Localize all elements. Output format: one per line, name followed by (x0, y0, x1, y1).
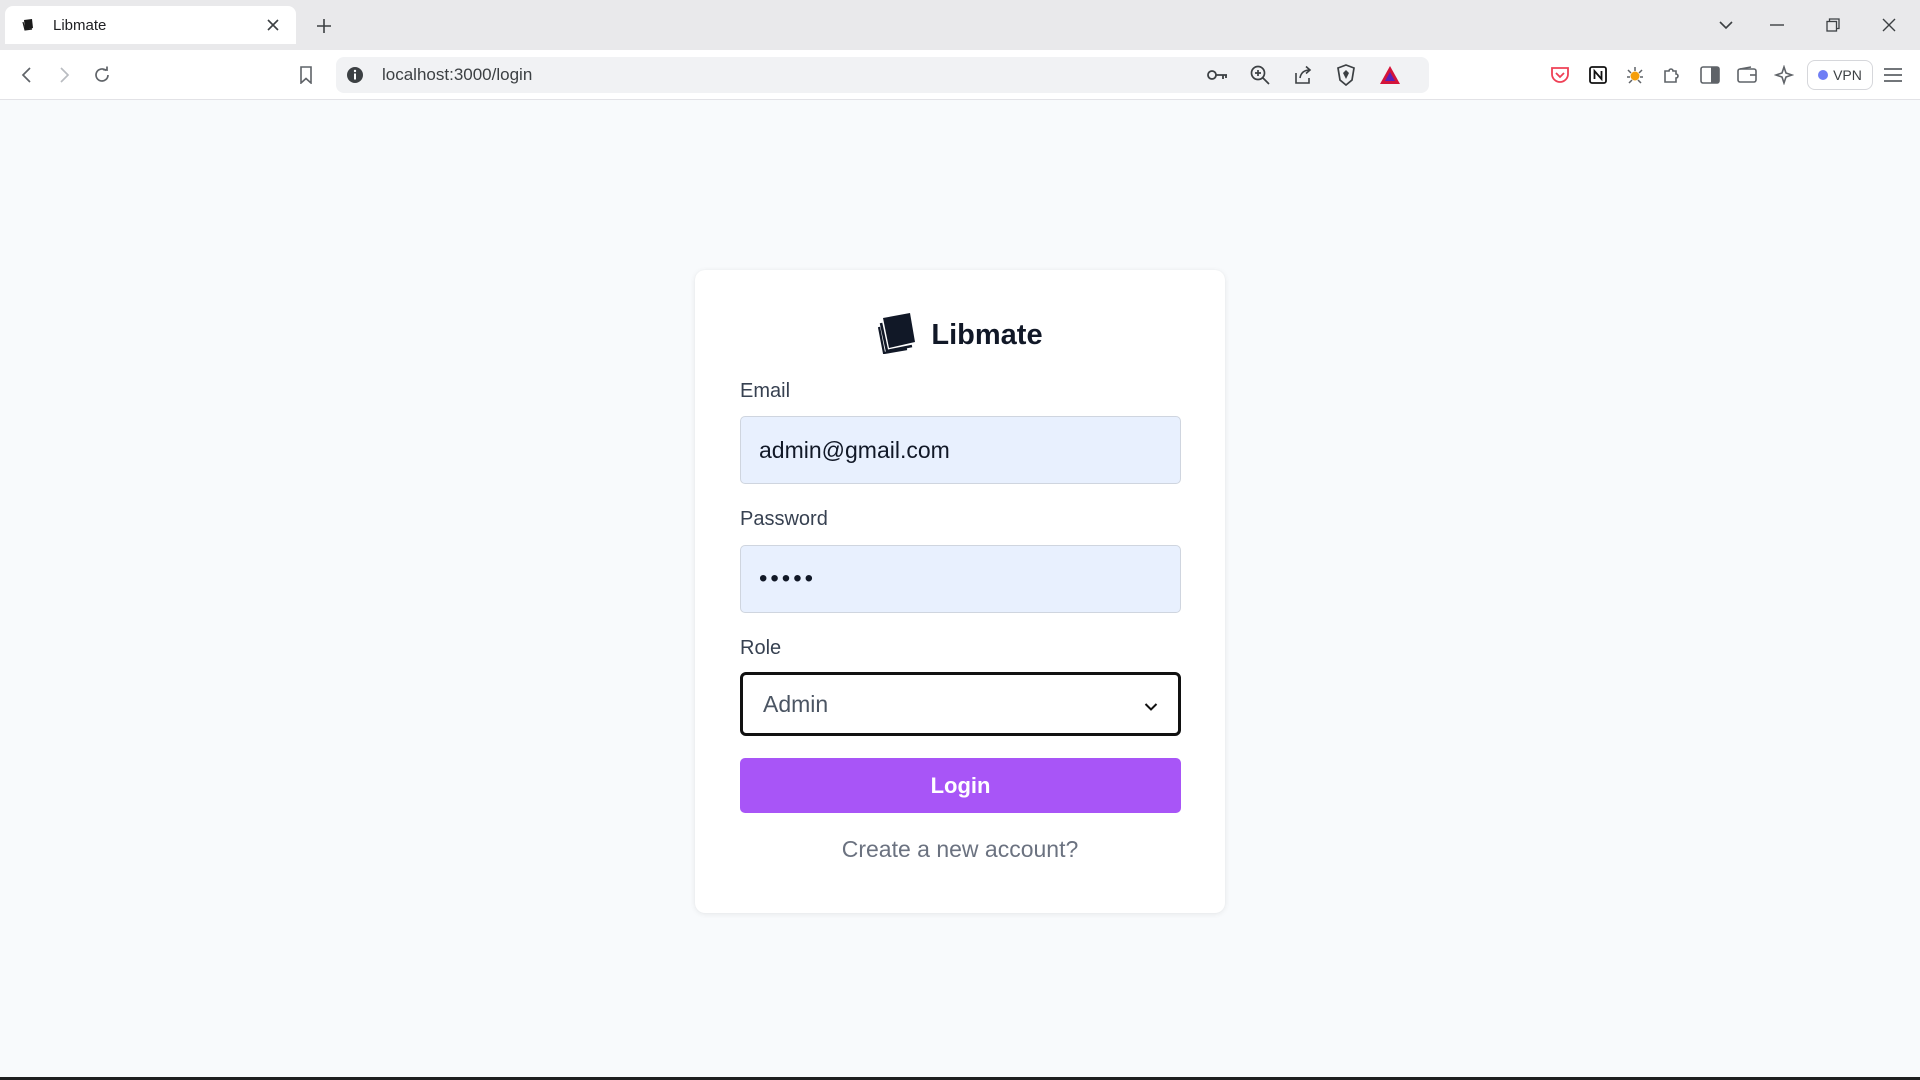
url-text[interactable]: localhost:3000/login (382, 57, 532, 93)
menu-icon[interactable] (1879, 61, 1907, 89)
login-card: Libmate Email admin@gmail.com Password •… (695, 270, 1225, 913)
brave-shield-icon[interactable] (1333, 62, 1359, 88)
brand-header: Libmate (695, 310, 1225, 360)
leo-ai-icon[interactable] (1770, 61, 1798, 89)
new-tab-button[interactable] (310, 12, 338, 40)
tab-title: Libmate (53, 16, 107, 34)
brave-rewards-icon[interactable] (1377, 62, 1403, 88)
book-favicon-icon (21, 16, 45, 34)
close-tab-icon[interactable] (262, 14, 284, 36)
wallet-icon[interactable] (1733, 61, 1761, 89)
pocket-icon[interactable] (1546, 61, 1574, 89)
reload-icon[interactable] (88, 61, 116, 89)
brand-name: Libmate (931, 318, 1043, 351)
vpn-button[interactable]: VPN (1807, 60, 1873, 90)
share-icon[interactable] (1290, 62, 1316, 88)
forward-icon[interactable] (50, 61, 78, 89)
extensions-puzzle-icon[interactable] (1658, 61, 1686, 89)
minimize-icon[interactable] (1757, 8, 1797, 42)
email-field[interactable]: admin@gmail.com (740, 416, 1181, 484)
vpn-label: VPN (1833, 67, 1862, 83)
browser-tab[interactable]: Libmate (5, 6, 296, 44)
restore-icon[interactable] (1813, 8, 1853, 42)
close-window-icon[interactable] (1869, 8, 1909, 42)
create-account-link[interactable]: Create a new account? (695, 836, 1225, 863)
sidebar-icon[interactable] (1696, 61, 1724, 89)
tab-search-icon[interactable] (1706, 8, 1746, 42)
book-stack-icon (877, 312, 917, 359)
password-field[interactable]: ••••• (740, 545, 1181, 613)
notion-icon[interactable] (1584, 61, 1612, 89)
role-select[interactable]: Admin (740, 672, 1181, 736)
address-bar[interactable]: localhost:3000/login (336, 57, 1429, 93)
zoom-icon[interactable] (1247, 62, 1273, 88)
tab-strip: Libmate (0, 0, 1920, 50)
vpn-status-dot-icon (1818, 70, 1829, 80)
role-select-value: Admin (763, 690, 829, 717)
bookmark-icon[interactable] (292, 61, 320, 89)
password-label: Password (740, 508, 828, 530)
role-label: Role (740, 637, 782, 659)
key-icon[interactable] (1205, 62, 1231, 88)
site-info-icon[interactable] (346, 66, 364, 89)
email-label: Email (740, 380, 791, 402)
back-icon[interactable] (13, 61, 41, 89)
chevron-down-icon (1144, 691, 1158, 718)
login-button[interactable]: Login (740, 758, 1181, 813)
extension-bug-icon[interactable] (1621, 61, 1649, 89)
browser-toolbar: localhost:3000/login VPN (0, 50, 1920, 100)
